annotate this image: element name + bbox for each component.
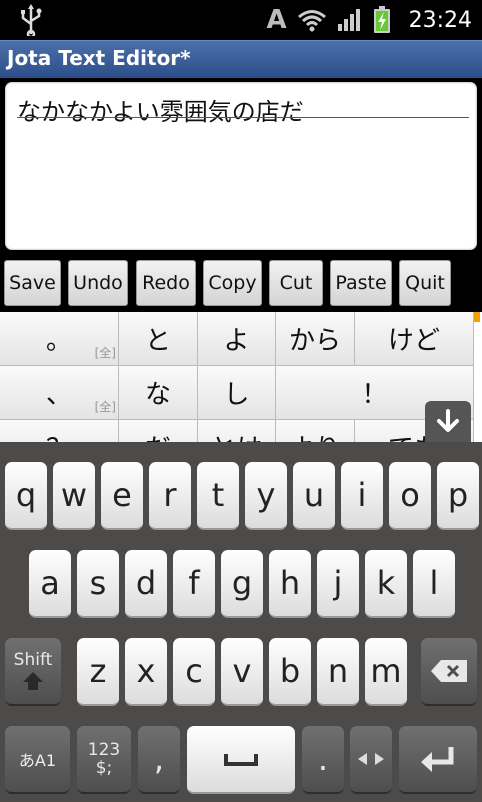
- enter-key[interactable]: [399, 726, 477, 794]
- space-key[interactable]: [187, 726, 295, 794]
- copy-button[interactable]: Copy: [203, 260, 262, 306]
- key-l[interactable]: l: [413, 550, 455, 618]
- backspace-key[interactable]: [421, 638, 477, 706]
- editor-area: なかなかよい雰囲気の店だ: [0, 78, 482, 256]
- left-right-arrows-icon: [358, 753, 384, 765]
- key-r[interactable]: r: [149, 462, 191, 530]
- key-z[interactable]: z: [77, 638, 119, 706]
- candidate-label: 。: [45, 326, 72, 356]
- key-p[interactable]: p: [437, 462, 479, 530]
- toolbar: Save Undo Redo Copy Cut Paste Quit: [0, 256, 482, 310]
- cut-button[interactable]: Cut: [269, 260, 323, 306]
- paste-button[interactable]: Paste: [330, 260, 392, 306]
- battery-charging-icon: [373, 6, 390, 33]
- candidate-item[interactable]: 、 [全]: [0, 366, 119, 420]
- key-e[interactable]: e: [101, 462, 143, 530]
- wifi-icon: [297, 10, 326, 32]
- key-n[interactable]: n: [317, 638, 359, 706]
- shift-arrow-icon: [23, 672, 43, 690]
- key-q[interactable]: q: [5, 462, 47, 530]
- key-f[interactable]: f: [173, 550, 215, 618]
- key-h[interactable]: h: [269, 550, 311, 618]
- candidate-item[interactable]: 。 [全]: [0, 312, 119, 366]
- key-t[interactable]: t: [197, 462, 239, 530]
- key-x[interactable]: x: [125, 638, 167, 706]
- key-y[interactable]: y: [245, 462, 287, 530]
- clock: 23:24: [408, 7, 472, 33]
- key-d[interactable]: d: [125, 550, 167, 618]
- quit-button[interactable]: Quit: [399, 260, 451, 306]
- shift-label: Shift: [13, 650, 53, 670]
- key-b[interactable]: b: [269, 638, 311, 706]
- key-w[interactable]: w: [53, 462, 95, 530]
- signal-icon: [337, 9, 360, 31]
- status-bar: A 23:24: [0, 0, 482, 40]
- key-o[interactable]: o: [389, 462, 431, 530]
- ime-indicator: A: [266, 5, 287, 35]
- app-title: Jota Text Editor*: [7, 46, 191, 70]
- candidate-item[interactable]: とは: [198, 420, 276, 442]
- comma-key[interactable]: ,: [138, 726, 180, 794]
- enter-icon: [421, 747, 454, 772]
- key-s[interactable]: s: [77, 550, 119, 618]
- fullwidth-tag: [全]: [94, 400, 116, 414]
- space-icon: [224, 754, 258, 766]
- candidate-scroll-indicator: [474, 312, 480, 322]
- input-mode-label: あA1: [18, 751, 57, 770]
- candidate-item[interactable]: し: [198, 366, 276, 420]
- title-bar: Jota Text Editor*: [0, 40, 482, 78]
- period-key[interactable]: .: [302, 726, 344, 794]
- key-u[interactable]: u: [293, 462, 335, 530]
- save-button[interactable]: Save: [4, 260, 61, 306]
- arrow-down-icon: [437, 409, 459, 432]
- editor-text: なかなかよい雰囲気の店だ: [17, 98, 304, 126]
- key-v[interactable]: v: [221, 638, 263, 706]
- usb-icon: [21, 4, 42, 36]
- candidate-panel: 。 [全] と よ から けど 、 [全] な し ！ ？ だ とは より でも: [0, 312, 482, 442]
- candidate-item[interactable]: と: [119, 312, 198, 366]
- candidate-item[interactable]: ？: [0, 420, 119, 442]
- symbols-label-top: 123: [87, 740, 121, 760]
- candidate-label: 、: [45, 380, 72, 410]
- shift-key[interactable]: Shift: [5, 638, 61, 706]
- key-i[interactable]: i: [341, 462, 383, 530]
- backspace-icon: [431, 660, 467, 682]
- candidate-item[interactable]: より: [276, 420, 355, 442]
- key-c[interactable]: c: [173, 638, 215, 706]
- text-editor[interactable]: なかなかよい雰囲気の店だ: [5, 82, 477, 250]
- cursor-keys[interactable]: [350, 726, 392, 794]
- candidate-item[interactable]: けど: [355, 312, 474, 366]
- candidate-item[interactable]: から: [276, 312, 355, 366]
- candidate-item[interactable]: よ: [198, 312, 276, 366]
- key-k[interactable]: k: [365, 550, 407, 618]
- software-keyboard: q w e r t y u i o p a s d f g h j k l Sh…: [0, 442, 482, 802]
- key-a[interactable]: a: [29, 550, 71, 618]
- candidate-item[interactable]: だ: [119, 420, 198, 442]
- undo-button[interactable]: Undo: [68, 260, 128, 306]
- candidate-item[interactable]: な: [119, 366, 198, 420]
- symbols-label-bottom: $;: [95, 758, 113, 778]
- key-g[interactable]: g: [221, 550, 263, 618]
- key-m[interactable]: m: [365, 638, 407, 706]
- fullwidth-tag: [全]: [94, 346, 116, 360]
- composing-underline: [17, 117, 469, 118]
- key-j[interactable]: j: [317, 550, 359, 618]
- collapse-candidates-button[interactable]: [425, 401, 471, 443]
- input-mode-key[interactable]: あA1: [5, 726, 70, 794]
- symbols-key[interactable]: 123 $;: [77, 726, 131, 794]
- redo-button[interactable]: Redo: [136, 260, 196, 306]
